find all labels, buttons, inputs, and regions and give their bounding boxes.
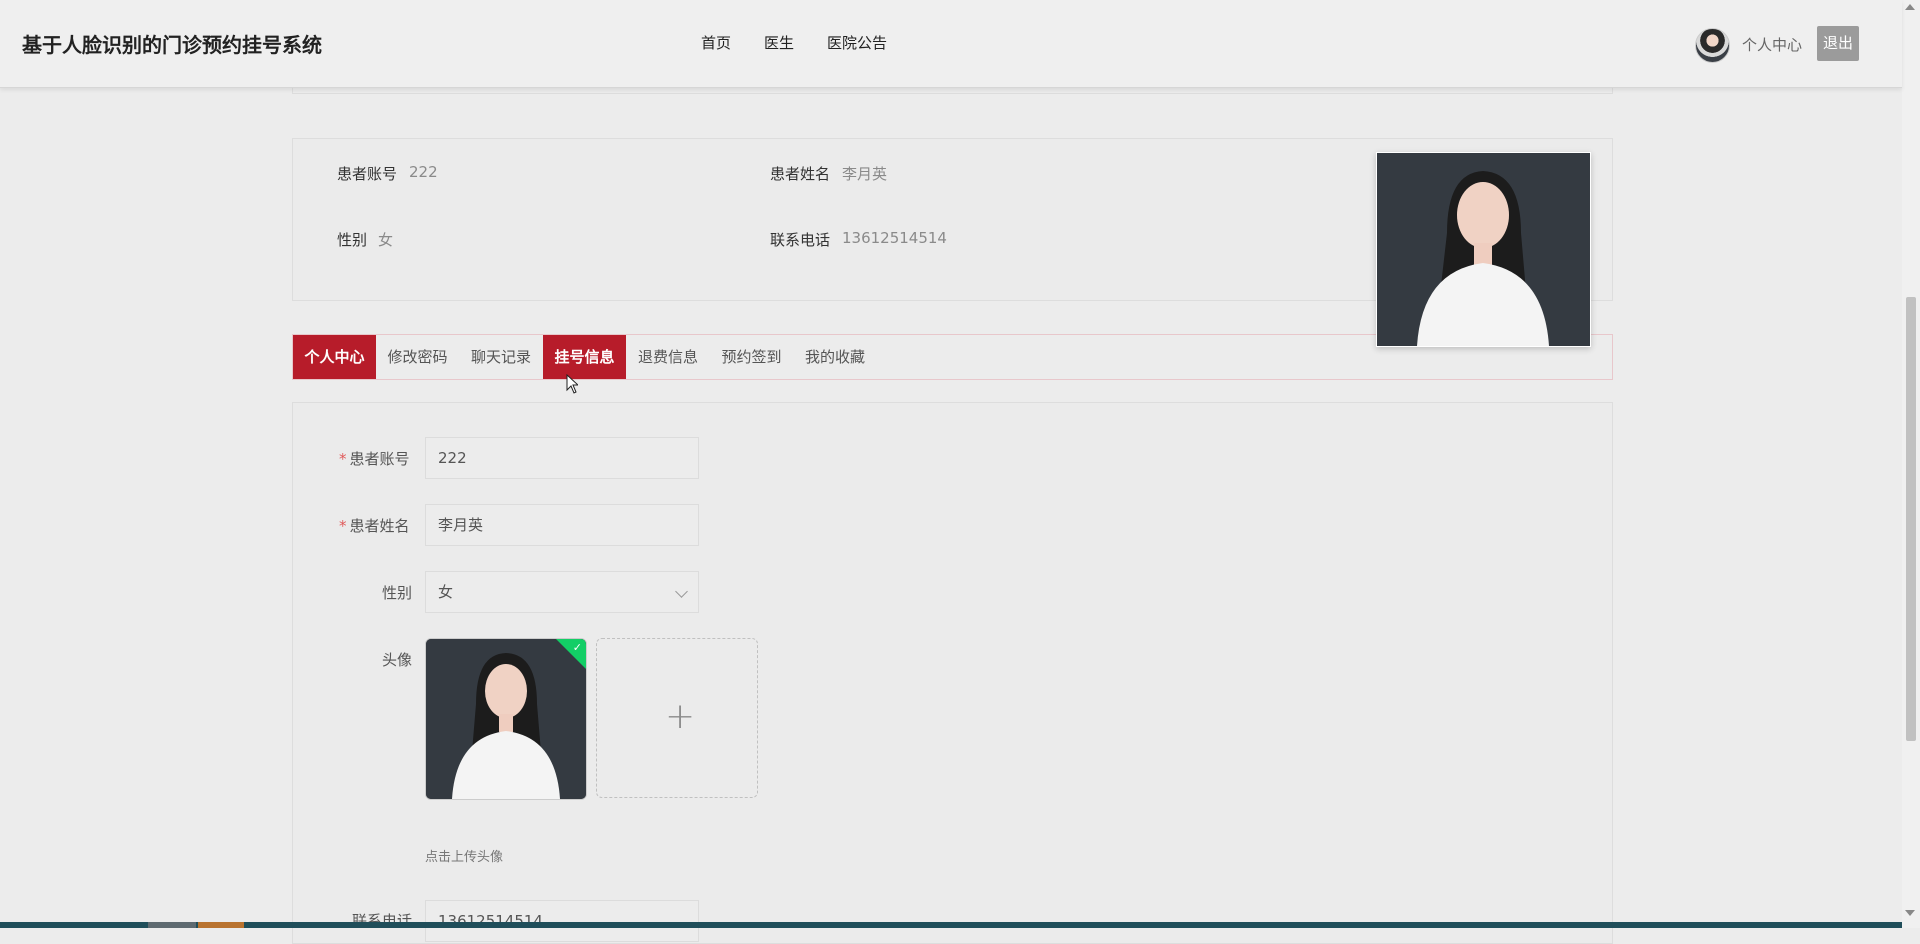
- tab-registration-info[interactable]: 挂号信息: [543, 335, 626, 379]
- uploaded-avatar[interactable]: ✓: [425, 638, 587, 800]
- nav-doctors[interactable]: 医生: [764, 32, 794, 53]
- scroll-up-arrow-icon[interactable]: [1905, 4, 1915, 10]
- tab-personal-center[interactable]: 个人中心: [293, 335, 376, 379]
- main-nav: 首页 医生 医院公告: [701, 32, 920, 53]
- info-name-label: 患者姓名: [770, 165, 831, 183]
- info-account-label: 患者账号: [337, 165, 398, 183]
- name-input[interactable]: 李月英: [425, 504, 699, 546]
- nav-announcements[interactable]: 医院公告: [827, 32, 887, 53]
- phone-input[interactable]: 13612514514: [425, 900, 699, 942]
- info-name-value: 李月英: [842, 165, 888, 183]
- tab-refund-info[interactable]: 退费信息: [626, 335, 710, 379]
- info-phone-value: 13612514514: [842, 229, 947, 247]
- portrait-image: [1377, 153, 1590, 346]
- gender-select[interactable]: 女: [425, 571, 699, 613]
- account-input[interactable]: 222: [425, 437, 699, 479]
- mouse-cursor-icon: [566, 374, 578, 394]
- nav-home[interactable]: 首页: [701, 32, 731, 53]
- gender-select-value: 女: [438, 583, 454, 601]
- form-avatar-label: 头像: [382, 651, 413, 669]
- form-gender-label: 性别: [382, 584, 413, 602]
- logout-button[interactable]: 退出: [1817, 26, 1859, 61]
- top-header: 基于人脸识别的门诊预约挂号系统 首页 医生 医院公告 个人中心 退出: [0, 0, 1902, 88]
- info-account-value: 222: [409, 163, 438, 181]
- checkmark-icon: ✓: [572, 641, 582, 654]
- chevron-down-icon: [675, 585, 688, 598]
- site-title: 基于人脸识别的门诊预约挂号系统: [22, 33, 322, 57]
- user-avatar[interactable]: [1695, 28, 1730, 63]
- plus-icon: +: [665, 696, 696, 737]
- previous-section: [292, 88, 1613, 94]
- os-taskbar: [0, 922, 1902, 928]
- form-name-label: * 患者姓名: [339, 517, 410, 535]
- profile-photo: [1376, 152, 1591, 347]
- tab-my-favorites[interactable]: 我的收藏: [793, 335, 877, 379]
- form-account-label: * 患者账号: [339, 450, 410, 468]
- scroll-down-arrow-icon[interactable]: [1905, 910, 1915, 916]
- upload-tip-text: 点击上传头像: [425, 850, 504, 865]
- info-phone-label: 联系电话: [770, 231, 831, 249]
- avatar-upload-button[interactable]: +: [596, 638, 758, 798]
- info-gender-value: 女: [378, 231, 394, 249]
- tab-appointment-checkin[interactable]: 预约签到: [710, 335, 793, 379]
- info-gender-label: 性别: [337, 231, 368, 249]
- tab-change-password[interactable]: 修改密码: [376, 335, 459, 379]
- taskbar-item[interactable]: [148, 922, 196, 928]
- scroll-thumb[interactable]: [1906, 297, 1916, 741]
- tab-chat-history[interactable]: 聊天记录: [459, 335, 543, 379]
- user-center-link[interactable]: 个人中心: [1742, 34, 1802, 55]
- taskbar-item[interactable]: [198, 922, 244, 928]
